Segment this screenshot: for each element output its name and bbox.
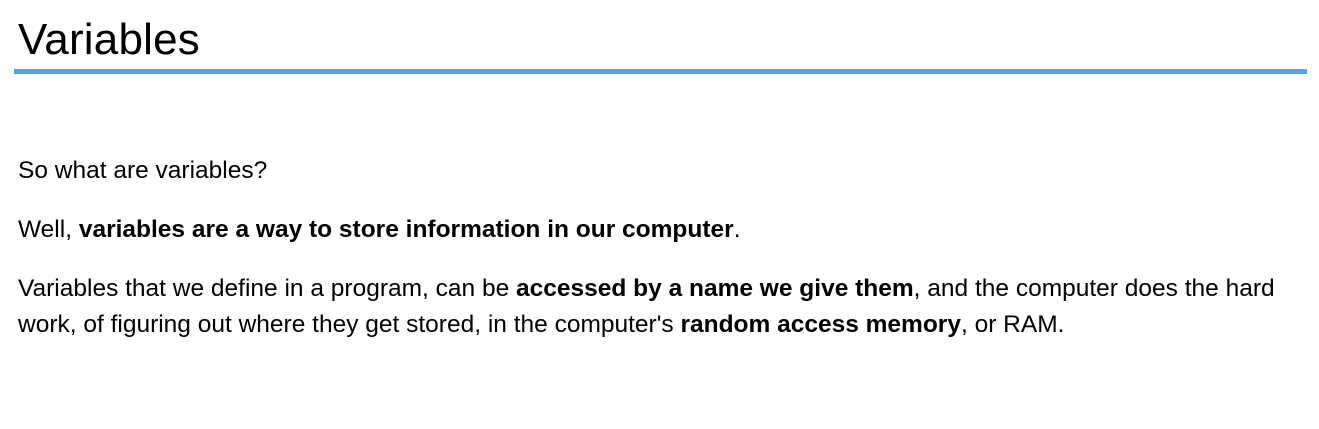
definition-intro: Well, <box>18 216 79 243</box>
explanation-end: , or RAM. <box>960 311 1065 338</box>
slide-title: Variables <box>18 15 200 64</box>
explanation-intro: Variables that we define in a program, c… <box>18 275 517 302</box>
explanation-emphasis-ram: random access memory <box>680 311 961 338</box>
definition-emphasis: variables are a way to store information… <box>78 216 734 243</box>
title-underline <box>14 69 1307 74</box>
slide-body: So what are variables? Well, variables a… <box>18 153 1308 366</box>
definition-end: . <box>733 216 741 243</box>
paragraph-definition: Well, variables are a way to store infor… <box>18 212 1308 248</box>
paragraph-question: So what are variables? <box>18 153 1308 189</box>
question-text: So what are variables? <box>18 157 268 184</box>
paragraph-explanation: Variables that we define in a program, c… <box>18 271 1308 343</box>
explanation-emphasis-name: accessed by a name we give them <box>516 275 914 302</box>
slide: Variables So what are variables? Well, v… <box>0 0 1319 429</box>
